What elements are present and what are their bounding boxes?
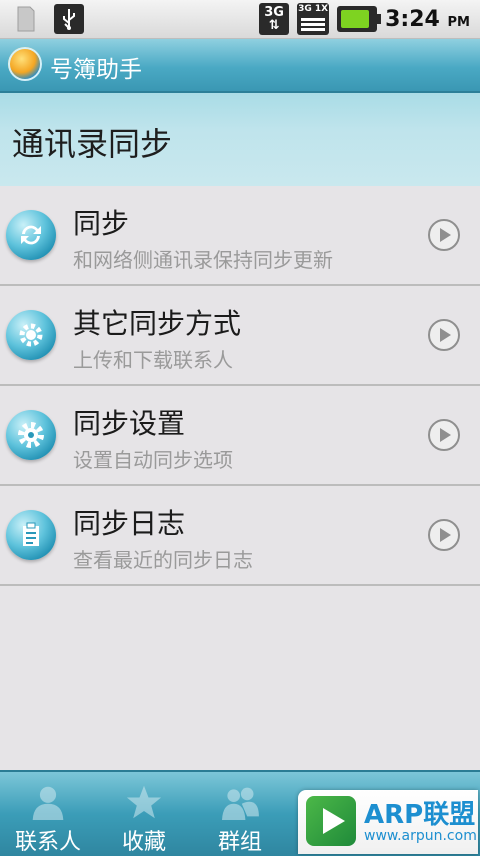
item-title: 同步 [73, 207, 130, 240]
chevron-right-icon[interactable] [428, 419, 460, 451]
item-subtitle: 设置自动同步选项 [73, 448, 233, 472]
tab-contacts[interactable]: 联系人 [0, 772, 96, 856]
3g-data-icon: 3G ⇅ [259, 3, 290, 35]
tab-label: 收藏 [121, 830, 166, 855]
item-title: 同步日志 [73, 507, 186, 540]
section-header: 通讯录同步 [0, 93, 480, 186]
sd-card-icon [17, 6, 35, 32]
usb-icon [54, 4, 84, 34]
watermark-logo: ARP联盟 www.arpun.com [298, 790, 478, 854]
page-title: 通讯录同步 [12, 125, 173, 163]
play-logo-icon [306, 796, 356, 846]
watermark-url: www.arpun.com [364, 828, 477, 844]
tab-favorites[interactable]: 收藏 [96, 772, 192, 856]
star-icon [126, 785, 162, 819]
list-item-sync-settings[interactable]: 同步设置 设置自动同步选项 [0, 386, 480, 486]
status-bar: 3G ⇅ 3G 1X 3:24 PM [0, 0, 480, 39]
chevron-right-icon[interactable] [428, 519, 460, 551]
group-icon [222, 787, 259, 820]
tab-label: 联系人 [14, 830, 81, 855]
app-logo-icon [8, 47, 42, 81]
gear-sync-icon [6, 310, 56, 360]
clock: 3:24 PM [385, 6, 470, 32]
sync-options-list: 同步 和网络侧通讯录保持同步更新 其它同步方式 上传和下载联系人 同步设置 设置… [0, 186, 480, 586]
item-subtitle: 查看最近的同步日志 [73, 548, 253, 572]
tab-groups[interactable]: 群组 [192, 772, 288, 856]
battery-charging-icon [337, 6, 382, 32]
app-title-bar: 号簿助手 [0, 39, 480, 93]
signal-icon: 3G 1X [297, 3, 330, 35]
watermark-title: ARP联盟 [364, 800, 476, 830]
list-item-sync-log[interactable]: 同步日志 查看最近的同步日志 [0, 486, 480, 586]
item-subtitle: 上传和下载联系人 [73, 348, 233, 372]
clipboard-icon [6, 510, 56, 560]
chevron-right-icon[interactable] [428, 319, 460, 351]
item-subtitle: 和网络侧通讯录保持同步更新 [73, 248, 333, 272]
list-item-sync[interactable]: 同步 和网络侧通讯录保持同步更新 [0, 186, 480, 286]
person-icon [32, 786, 64, 820]
tab-label: 群组 [217, 830, 262, 855]
item-title: 其它同步方式 [73, 307, 242, 340]
item-title: 同步设置 [73, 407, 186, 440]
sync-icon [6, 210, 56, 260]
chevron-right-icon[interactable] [428, 219, 460, 251]
app-title: 号簿助手 [50, 57, 142, 83]
gear-icon [6, 410, 56, 460]
list-item-other-sync[interactable]: 其它同步方式 上传和下载联系人 [0, 286, 480, 386]
